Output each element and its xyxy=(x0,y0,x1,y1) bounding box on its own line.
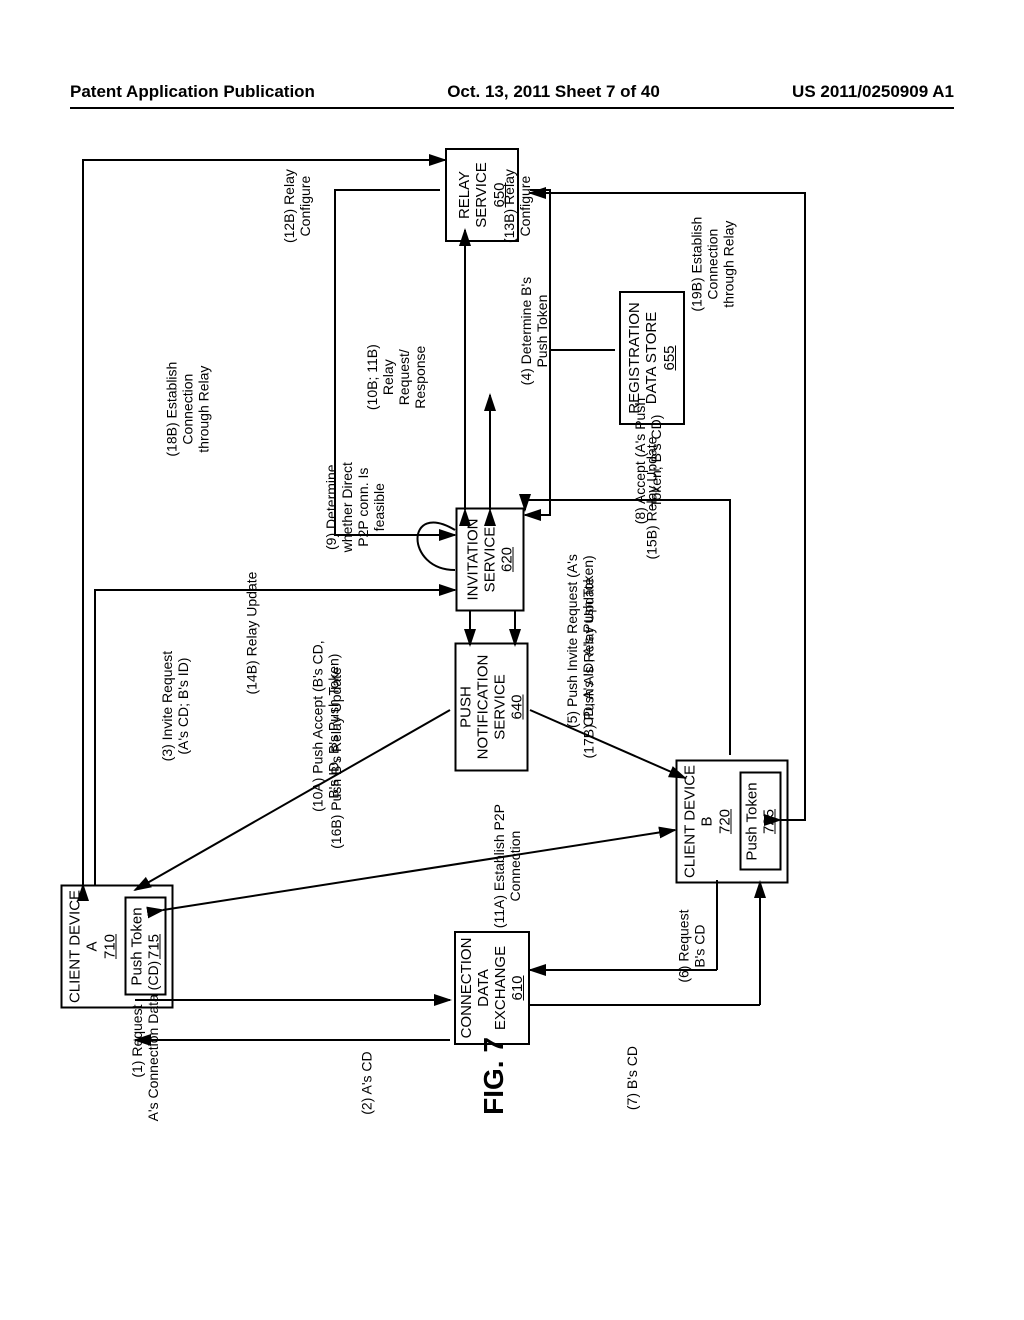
header-center: Oct. 13, 2011 Sheet 7 of 40 xyxy=(447,82,660,102)
edge-17b: (17B) Push A's Relay Update xyxy=(580,578,596,759)
regstore-num: 655 xyxy=(661,345,678,370)
edge-10b: (10B; 11B) Relay Request/ Response xyxy=(364,344,428,410)
push-num: 640 xyxy=(509,694,526,719)
client-a-num: 710 xyxy=(101,934,118,959)
invitation-service-box: INVITATION SERVICE 620 xyxy=(456,508,525,612)
arrow-3 xyxy=(95,590,455,885)
edge-6: (6) Request B's CD xyxy=(675,910,707,983)
header-left: Patent Application Publication xyxy=(70,82,315,102)
cdx-box: CONNECTION DATA EXCHANGE 610 xyxy=(454,931,530,1045)
arrow-8 xyxy=(525,500,730,755)
arrow-11a xyxy=(163,830,675,910)
edge-12b: (12B) Relay Configure xyxy=(281,169,313,243)
token-a-num: 715 xyxy=(145,934,162,959)
push-notification-service-box: PUSH NOTIFICATION SERVICE 640 xyxy=(455,643,529,772)
token-b-title: Push Token xyxy=(743,782,760,860)
edge-15b: (15B) Relay Update xyxy=(643,437,659,560)
edge-3: (3) Invite Request (A's CD; B's ID) xyxy=(159,651,191,762)
invite-num: 620 xyxy=(499,547,516,572)
edge-1: (1) Request A's Connection Data (CD) xyxy=(129,961,161,1122)
edge-14b: (14B) Relay Update xyxy=(243,572,259,695)
edge-16b: (16B) Push B's Relay Update xyxy=(328,667,344,849)
edge-19b: (19B) Establish Connection through Relay xyxy=(688,217,736,312)
relay-title: RELAY SERVICE xyxy=(456,162,491,228)
loop-9 xyxy=(418,523,456,570)
cdx-title: CONNECTION DATA EXCHANGE xyxy=(458,938,510,1039)
edge-9: (9) Determine whether Direct P2P conn. I… xyxy=(323,462,387,552)
push-token-b-box: Push Token 725 xyxy=(739,772,781,871)
page-header: Patent Application Publication Oct. 13, … xyxy=(70,82,954,109)
client-b-title: CLIENT DEVICE B xyxy=(682,765,717,878)
client-b-num: 720 xyxy=(716,809,733,834)
edge-13b: (13B) Relay Configure xyxy=(501,169,533,243)
arrow-18b xyxy=(83,160,445,885)
edge-2: (2) A's CD xyxy=(359,1051,375,1114)
edge-11a: (11A) Establish P2P Connection xyxy=(491,804,523,928)
figure-7: RELAY SERVICE 650 REGISTRATION DATA STOR… xyxy=(105,170,820,1170)
invite-title: INVITATION SERVICE xyxy=(464,519,499,601)
edge-4: (4) Determine B's Push Token xyxy=(518,277,550,385)
figure-label: FIG. 7 xyxy=(478,1037,510,1115)
edge-18b: (18B) Establish Connection through Relay xyxy=(163,362,211,457)
header-right: US 2011/0250909 A1 xyxy=(792,82,954,102)
client-a-title: CLIENT DEVICE A xyxy=(67,890,102,1003)
arrow-push-to-b xyxy=(530,710,685,778)
token-b-num: 725 xyxy=(760,809,777,834)
edge-7: (7) B's CD xyxy=(624,1046,640,1110)
cdx-num: 610 xyxy=(509,975,526,1000)
client-device-b-box: CLIENT DEVICE B 720 Push Token 725 xyxy=(676,760,789,884)
push-title: PUSH NOTIFICATION SERVICE xyxy=(457,655,509,760)
